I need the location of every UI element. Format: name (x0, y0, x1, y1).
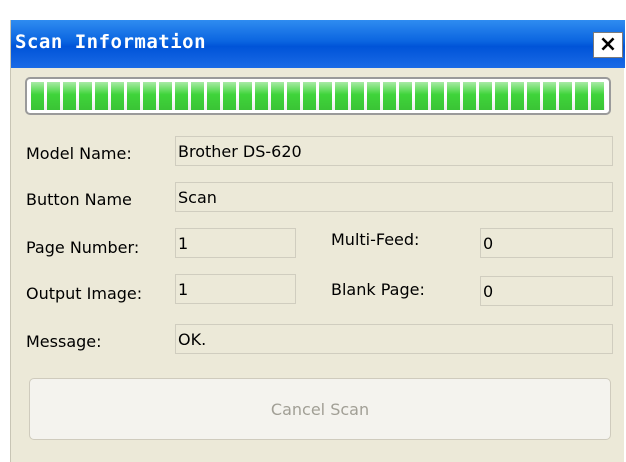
blank-page-label: Blank Page: (331, 280, 425, 299)
multi-feed-field: 0 (480, 228, 613, 258)
blank-page-field: 0 (480, 276, 613, 306)
message-label: Message: (26, 332, 102, 351)
close-button[interactable]: × (593, 32, 623, 58)
progress-fill (31, 82, 605, 110)
title-bar[interactable]: Scan Information × (11, 20, 625, 68)
page-number-field: 1 (175, 228, 296, 258)
page-number-label: Page Number: (26, 238, 140, 257)
button-name-field: Scan (175, 182, 613, 212)
cancel-scan-button[interactable]: Cancel Scan (29, 378, 611, 440)
model-name-label: Model Name: (26, 144, 132, 163)
output-image-label: Output Image: (26, 284, 143, 303)
scan-information-dialog: Scan Information × Model Name: Brother D… (10, 20, 625, 462)
multi-feed-label: Multi-Feed: (331, 230, 420, 249)
button-name-label: Button Name (26, 190, 132, 209)
output-image-field: 1 (175, 274, 296, 304)
close-icon: × (598, 32, 618, 57)
message-field: OK. (175, 324, 613, 354)
model-name-field: Brother DS-620 (175, 136, 613, 166)
scan-progress-bar (25, 77, 611, 115)
dialog-title: Scan Information (15, 31, 207, 53)
